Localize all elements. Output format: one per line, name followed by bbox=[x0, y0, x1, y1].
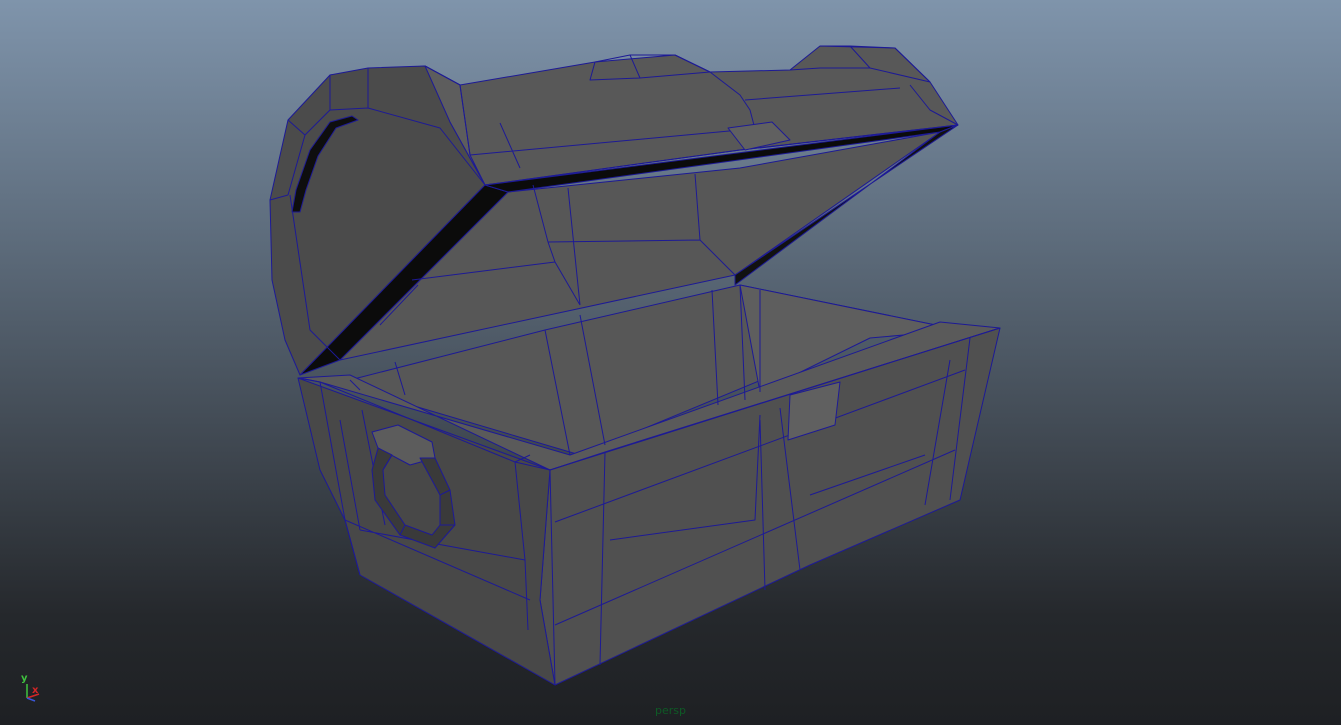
z-axis-line bbox=[26, 697, 36, 702]
viewport-panel[interactable]: y x persp bbox=[0, 0, 1341, 725]
axis-y-label: y bbox=[21, 673, 28, 684]
axis-x-label: x bbox=[32, 685, 39, 696]
camera-name-label: persp bbox=[655, 704, 686, 717]
chest-model-wireframe[interactable] bbox=[0, 0, 1341, 725]
